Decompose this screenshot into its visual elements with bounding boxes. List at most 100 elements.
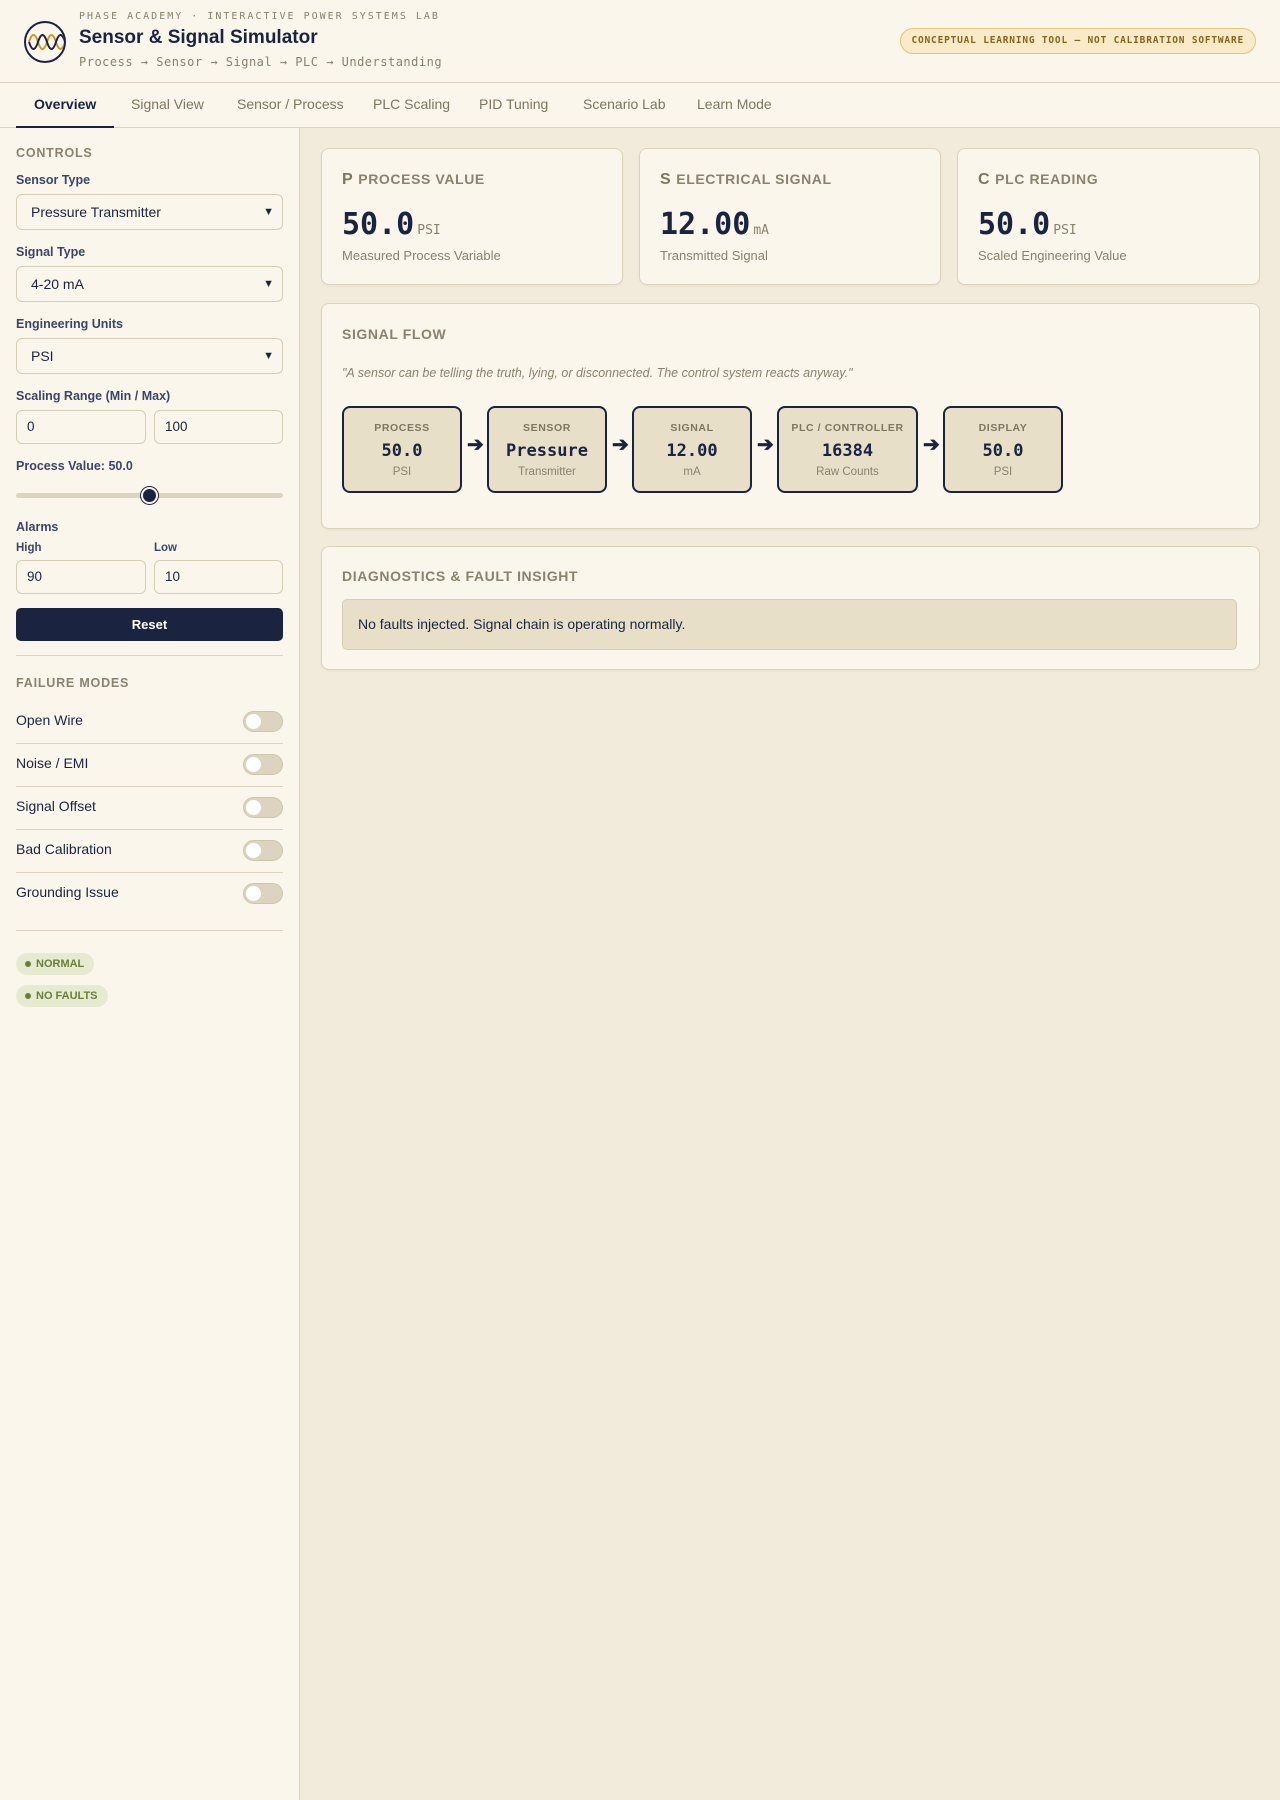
flow-step-value: 50.0 bbox=[982, 441, 1024, 461]
flow-step-sub: PSI bbox=[392, 466, 412, 478]
card-description: Scaled Engineering Value bbox=[978, 248, 1127, 263]
flow-step-sub: PSI bbox=[993, 466, 1013, 478]
card-unit: PSI bbox=[1053, 223, 1077, 238]
units-value: PSI bbox=[31, 348, 54, 364]
flow-step-sub: mA bbox=[683, 466, 701, 478]
status-dot-icon bbox=[25, 961, 31, 967]
failure-mode-label: Signal Offset bbox=[16, 798, 96, 814]
scaling-max-input[interactable]: 100 bbox=[154, 410, 283, 444]
diagnostics-card: DIAGNOSTICS & FAULT INSIGHT No faults in… bbox=[321, 546, 1260, 670]
card-title: C PLC READING bbox=[978, 171, 1098, 189]
toggle-knob bbox=[246, 886, 261, 901]
signal-offset-toggle[interactable] bbox=[243, 797, 283, 818]
alarm-low-input[interactable]: 10 bbox=[154, 560, 283, 594]
tab-sensor-process[interactable]: Sensor / Process bbox=[237, 83, 344, 128]
status-text: NORMAL bbox=[36, 958, 85, 970]
flow-step-sub: Raw Counts bbox=[816, 466, 879, 478]
plc-reading-card: C PLC READING 50.0 PSI Scaled Engineering … bbox=[957, 148, 1260, 285]
sensor-type-label: Sensor Type bbox=[16, 173, 91, 187]
faults-text: NO FAULTS bbox=[36, 990, 98, 1002]
signal-type-label: Signal Type bbox=[16, 245, 86, 259]
card-value: 12.00 mA bbox=[660, 207, 769, 242]
signal-flow-title: SIGNAL FLOW bbox=[342, 326, 447, 342]
flow-step-value: 50.0 bbox=[381, 441, 423, 461]
diagnostics-title: DIAGNOSTICS & FAULT INSIGHT bbox=[342, 568, 579, 584]
tab-plc-scaling[interactable]: PLC Scaling bbox=[373, 83, 450, 128]
process-value-caption: Process Value: bbox=[16, 459, 105, 473]
failure-modes-title: FAILURE MODES bbox=[16, 676, 130, 690]
failure-mode-open-wire: Open Wire bbox=[16, 701, 283, 744]
app-eyebrow: PHASE ACADEMY · INTERACTIVE POWER SYSTEM… bbox=[79, 11, 440, 22]
chevron-down-icon: ▼ bbox=[263, 206, 274, 218]
scaling-min-input[interactable]: 0 bbox=[16, 410, 146, 444]
card-description: Measured Process Variable bbox=[342, 248, 501, 263]
alarm-low-label: Low bbox=[154, 542, 177, 554]
reset-button[interactable]: Reset bbox=[16, 608, 283, 641]
card-value: 50.0 PSI bbox=[978, 207, 1077, 242]
flow-step-caption: SENSOR bbox=[523, 422, 571, 434]
flow-step-caption: PROCESS bbox=[374, 422, 430, 434]
controls-title: CONTROLS bbox=[16, 146, 93, 160]
card-value: 50.0 PSI bbox=[342, 207, 441, 242]
process-value-slider-thumb[interactable] bbox=[140, 487, 158, 504]
grounding-issue-toggle[interactable] bbox=[243, 883, 283, 904]
card-title: S ELECTRICAL SIGNAL bbox=[660, 171, 832, 189]
flow-step-caption: DISPLAY bbox=[978, 422, 1028, 434]
sidebar-divider bbox=[16, 655, 283, 656]
chevron-down-icon: ▼ bbox=[263, 278, 274, 290]
failure-mode-label: Bad Calibration bbox=[16, 841, 112, 857]
flow-step-value: 16384 bbox=[821, 441, 874, 461]
units-select[interactable]: PSI ▼ bbox=[16, 338, 283, 374]
flow-step-process: PROCESS 50.0 PSI bbox=[342, 406, 462, 493]
alarms-label: Alarms bbox=[16, 520, 59, 534]
card-unit: mA bbox=[753, 223, 769, 238]
toggle-knob bbox=[246, 843, 261, 858]
noise-emi-toggle[interactable] bbox=[243, 754, 283, 775]
failure-mode-signal-offset: Signal Offset bbox=[16, 787, 283, 830]
app-title: Sensor & Signal Simulator bbox=[79, 27, 318, 48]
bad-calibration-toggle[interactable] bbox=[243, 840, 283, 861]
flow-step-caption: SIGNAL bbox=[670, 422, 714, 434]
card-unit: PSI bbox=[417, 223, 441, 238]
alarm-high-input[interactable]: 90 bbox=[16, 560, 146, 594]
tab-learn-mode[interactable]: Learn Mode bbox=[697, 83, 772, 128]
arrow-right-icon: ➔ bbox=[757, 434, 774, 456]
sidebar-divider bbox=[16, 930, 283, 931]
open-wire-toggle[interactable] bbox=[243, 711, 283, 732]
sensor-type-value: Pressure Transmitter bbox=[31, 204, 161, 220]
card-description: Transmitted Signal bbox=[660, 248, 768, 263]
tab-overview[interactable]: Overview bbox=[16, 83, 115, 128]
flow-step-value: 12.00 bbox=[666, 441, 718, 461]
failure-mode-label: Open Wire bbox=[16, 712, 83, 728]
card-title-text: PROCESS VALUE bbox=[358, 171, 485, 187]
tab-scenario-lab[interactable]: Scenario Lab bbox=[583, 83, 666, 128]
tab-pid-tuning[interactable]: PID Tuning bbox=[479, 83, 548, 128]
controls-sidebar: CONTROLS Sensor Type Pressure Transmitte… bbox=[0, 128, 300, 1800]
card-value-number: 50.0 bbox=[342, 207, 415, 242]
flow-step-signal: SIGNAL 12.00 mA bbox=[632, 406, 752, 493]
failure-mode-grounding-issue: Grounding Issue bbox=[16, 873, 283, 916]
sine-wave-logo-icon bbox=[24, 21, 66, 63]
process-value-card: P PROCESS VALUE 50.0 PSI Measured Process … bbox=[321, 148, 623, 285]
diagnostics-message: No faults injected. Signal chain is oper… bbox=[342, 599, 1237, 650]
signal-type-value: 4-20 mA bbox=[31, 276, 84, 292]
flow-step-caption: PLC / CONTROLLER bbox=[791, 422, 904, 434]
units-label: Engineering Units bbox=[16, 317, 123, 331]
arrow-right-icon: ➔ bbox=[923, 434, 940, 456]
process-value-label: Process Value: 50.0 bbox=[16, 459, 133, 473]
sensor-type-select[interactable]: Pressure Transmitter ▼ bbox=[16, 194, 283, 230]
tab-signal-view[interactable]: Signal View bbox=[131, 83, 204, 128]
toggle-knob bbox=[246, 714, 261, 729]
arrow-right-icon: ➔ bbox=[467, 434, 484, 456]
failure-mode-bad-calibration: Bad Calibration bbox=[16, 830, 283, 873]
toggle-knob bbox=[246, 800, 261, 815]
flow-step-sub: Transmitter bbox=[518, 466, 576, 478]
failure-mode-label: Noise / EMI bbox=[16, 755, 89, 771]
alarm-high-label: High bbox=[16, 542, 42, 554]
card-letter: P bbox=[342, 171, 354, 188]
app-header: PHASE ACADEMY · INTERACTIVE POWER SYSTEM… bbox=[0, 0, 1280, 83]
card-letter: S bbox=[660, 171, 672, 188]
signal-type-select[interactable]: 4-20 mA ▼ bbox=[16, 266, 283, 302]
card-letter: C bbox=[978, 171, 991, 188]
failure-mode-label: Grounding Issue bbox=[16, 884, 119, 900]
